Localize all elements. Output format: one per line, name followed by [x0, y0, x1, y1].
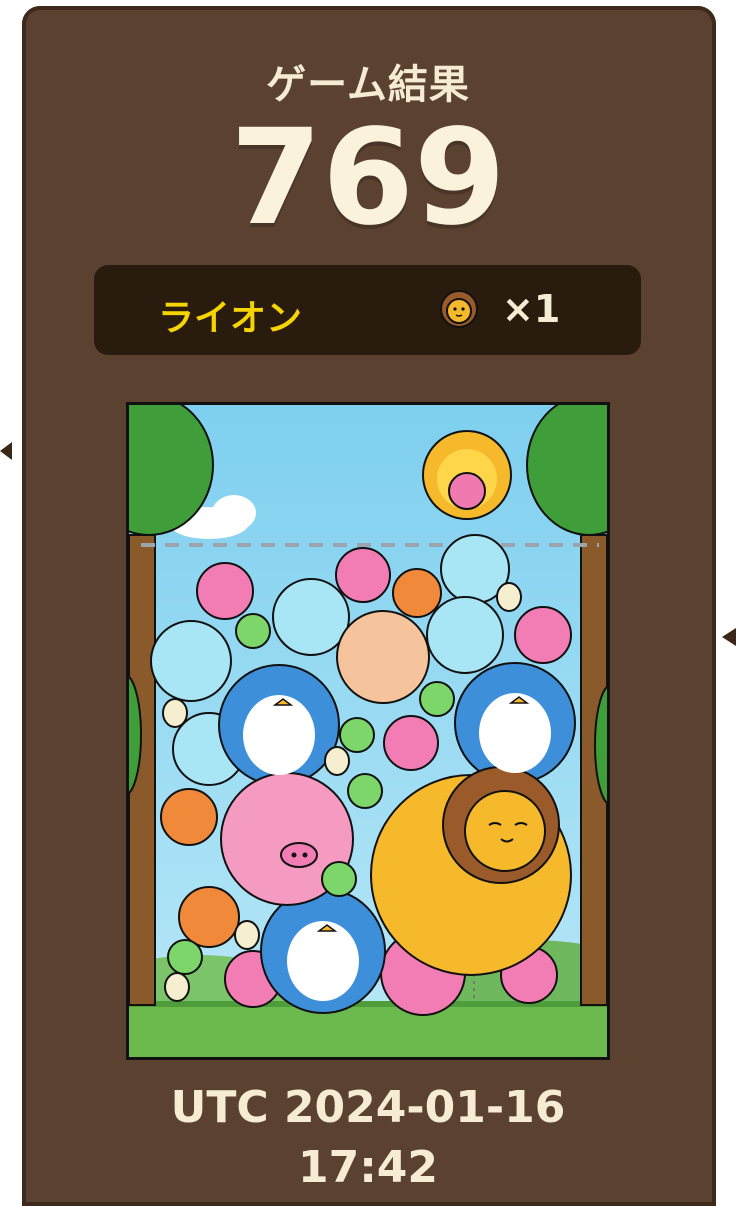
left-nav-arrow[interactable]	[0, 442, 12, 460]
animal-name: ライオン	[158, 298, 303, 339]
result-summary-bar: ライオン ×1	[94, 265, 641, 355]
score-value: 769	[230, 101, 506, 255]
played-time: 17:42	[297, 1142, 439, 1193]
egg-ball	[496, 582, 522, 612]
cat-ball	[426, 596, 504, 674]
elephant-ball	[514, 606, 572, 664]
played-date: UTC 2024-01-16	[170, 1082, 566, 1133]
right-nav-arrow[interactable]	[722, 628, 736, 646]
hamster-ball	[336, 610, 430, 704]
tiger-ball	[178, 886, 240, 948]
chameleon-ball	[167, 939, 203, 975]
chameleon-ball	[321, 861, 357, 897]
elephant-ball	[196, 562, 254, 620]
elephant-ball	[383, 715, 439, 771]
chameleon-ball	[419, 681, 455, 717]
tiger-ball	[160, 788, 218, 846]
animal-count: ×1	[502, 287, 561, 331]
next-ball-sun	[422, 430, 512, 520]
egg-ball	[164, 972, 190, 1002]
egg-ball	[162, 698, 188, 728]
played-at: UTC 2024-01-16 17:42	[0, 1078, 736, 1198]
egg-ball	[324, 746, 350, 776]
lion-icon	[436, 287, 482, 333]
tiger-ball	[392, 568, 442, 618]
chameleon-ball	[347, 773, 383, 809]
elephant-ball	[335, 547, 391, 603]
chameleon-ball	[339, 717, 375, 753]
cat-ball	[150, 620, 232, 702]
game-board	[126, 402, 610, 1060]
ground	[129, 1001, 607, 1057]
chameleon-ball	[235, 613, 271, 649]
pig-face	[280, 842, 318, 868]
egg-ball	[234, 920, 260, 950]
cat-ball	[272, 578, 350, 656]
